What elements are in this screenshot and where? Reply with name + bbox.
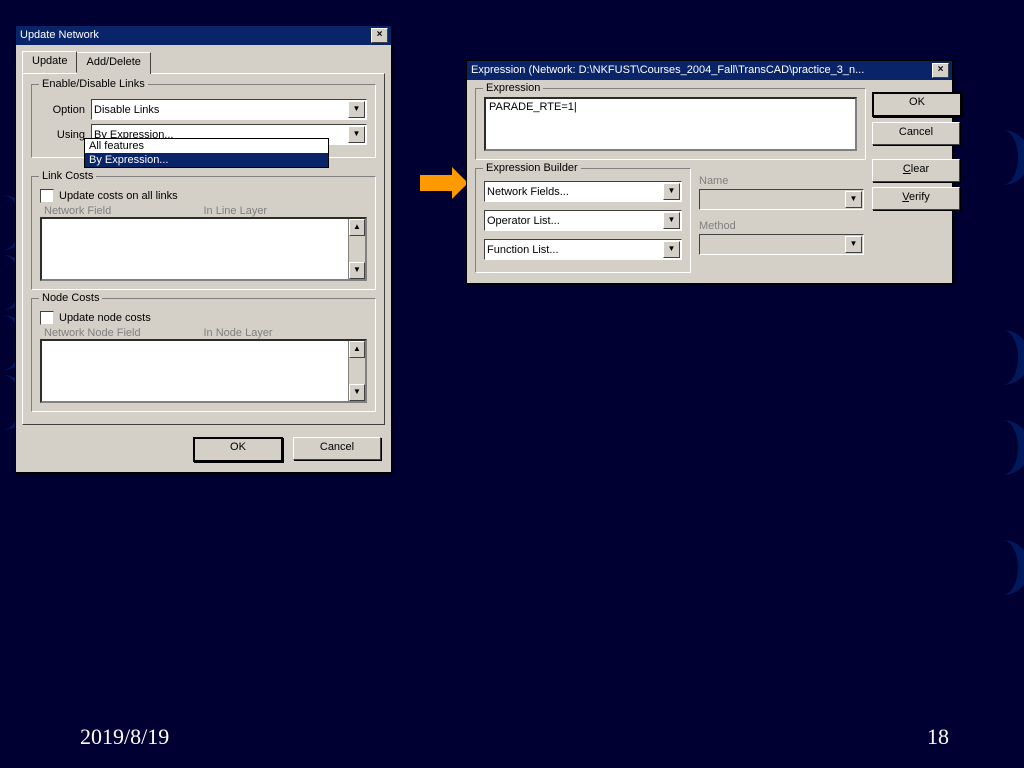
group-legend: Expression: [483, 82, 543, 94]
group-legend: Enable/Disable Links: [39, 78, 148, 90]
close-icon[interactable]: ×: [371, 28, 388, 43]
dialog-titlebar[interactable]: Update Network ×: [16, 26, 391, 45]
scrollbar[interactable]: ▲ ▼: [348, 219, 365, 279]
expression-dialog: Expression (Network: D:\NKFUST\Courses_2…: [466, 60, 953, 284]
scrollbar[interactable]: ▲ ▼: [348, 341, 365, 401]
option-combo[interactable]: Disable Links ▼: [91, 99, 367, 120]
clear-button[interactable]: Clear: [872, 159, 960, 182]
chevron-down-icon: ▼: [845, 191, 862, 208]
cancel-button[interactable]: Cancel: [872, 122, 960, 145]
dialog-buttons: OK Cancel: [16, 431, 391, 472]
chevron-down-icon: ▼: [845, 236, 862, 253]
node-costs-list[interactable]: ▲ ▼: [40, 339, 367, 403]
update-all-links-checkbox[interactable]: Update costs on all links: [40, 189, 367, 203]
scroll-down-icon[interactable]: ▼: [349, 262, 365, 279]
update-node-costs-checkbox[interactable]: Update node costs: [40, 311, 367, 325]
chevron-down-icon[interactable]: ▼: [663, 212, 680, 229]
group-legend: Expression Builder: [483, 162, 581, 174]
method-label: Method: [699, 210, 864, 234]
operator-list-combo[interactable]: Operator List...▼: [484, 210, 682, 231]
method-combo: ▼: [699, 234, 864, 255]
dropdown-item[interactable]: All features: [85, 139, 328, 153]
expression-input[interactable]: PARADE_RTE=1: [484, 97, 857, 151]
dialog-title: Expression (Network: D:\NKFUST\Courses_2…: [471, 64, 864, 76]
chevron-down-icon[interactable]: ▼: [348, 126, 365, 143]
footer-date: 2019/8/19: [80, 724, 169, 750]
tab-panel: Enable/Disable Links Option Disable Link…: [22, 73, 385, 425]
cancel-button[interactable]: Cancel: [293, 437, 381, 460]
tab-strip: Update Add/Delete: [16, 45, 391, 73]
checkbox-icon[interactable]: [40, 189, 54, 203]
ok-button[interactable]: OK: [193, 437, 283, 462]
network-fields-combo[interactable]: Network Fields...▼: [484, 181, 682, 202]
group-legend: Link Costs: [39, 170, 96, 182]
verify-button[interactable]: Verify: [872, 187, 960, 210]
dialog-title: Update Network: [20, 29, 99, 41]
chevron-down-icon[interactable]: ▼: [348, 101, 365, 118]
col-inline-layer: In Line Layer: [204, 205, 364, 217]
using-dropdown-list[interactable]: All features By Expression...: [84, 138, 329, 168]
group-legend: Node Costs: [39, 292, 102, 304]
col-network-field: Network Field: [44, 205, 204, 217]
link-costs-list[interactable]: ▲ ▼: [40, 217, 367, 281]
node-costs-group: Node Costs Update node costs Network Nod…: [31, 298, 376, 412]
link-costs-group: Link Costs Update costs on all links Net…: [31, 176, 376, 290]
checkbox-icon[interactable]: [40, 311, 54, 325]
tab-update[interactable]: Update: [22, 51, 77, 73]
expression-builder-group: Expression Builder Network Fields...▼ Op…: [475, 168, 691, 273]
tab-adddelete[interactable]: Add/Delete: [76, 52, 150, 74]
ok-button[interactable]: OK: [872, 92, 962, 117]
arrow-right-icon: [420, 175, 452, 191]
name-combo: ▼: [699, 189, 864, 210]
name-label: Name: [699, 170, 864, 189]
col-innode-layer: In Node Layer: [204, 327, 364, 339]
scroll-up-icon[interactable]: ▲: [349, 219, 365, 236]
enable-disable-group: Enable/Disable Links Option Disable Link…: [31, 84, 376, 158]
chevron-down-icon[interactable]: ▼: [663, 241, 680, 258]
close-icon[interactable]: ×: [932, 63, 949, 78]
function-list-combo[interactable]: Function List...▼: [484, 239, 682, 260]
dialog-titlebar[interactable]: Expression (Network: D:\NKFUST\Courses_2…: [467, 61, 952, 80]
expression-group: Expression PARADE_RTE=1: [475, 88, 866, 160]
footer-page: 18: [927, 724, 949, 750]
col-network-node-field: Network Node Field: [44, 327, 204, 339]
chevron-down-icon[interactable]: ▼: [663, 183, 680, 200]
update-network-dialog: Update Network × Update Add/Delete Enabl…: [15, 25, 392, 473]
dropdown-item-selected[interactable]: By Expression...: [85, 153, 328, 167]
scroll-down-icon[interactable]: ▼: [349, 384, 365, 401]
scroll-up-icon[interactable]: ▲: [349, 341, 365, 358]
option-label: Option: [40, 104, 91, 116]
